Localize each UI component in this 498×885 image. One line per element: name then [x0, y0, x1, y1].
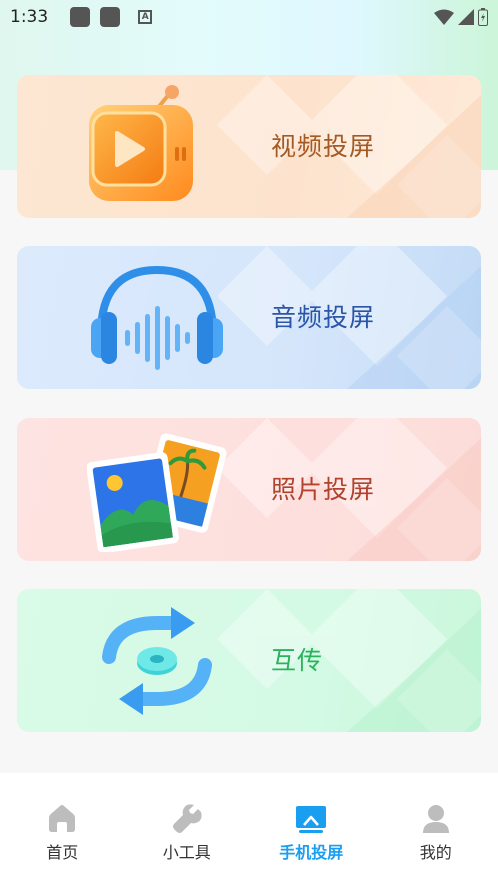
notification-icon — [70, 7, 91, 27]
card-label: 照片投屏 — [271, 475, 376, 504]
nav-label: 小工具 — [162, 843, 211, 862]
status-time: 1:33 — [10, 7, 49, 27]
bottom-nav: 首页 小工具 手机投屏 我的 — [0, 773, 498, 885]
wifi-icon — [434, 9, 454, 25]
card-label: 音频投屏 — [271, 303, 376, 332]
nav-item-profile[interactable]: 我的 — [374, 773, 498, 885]
battery-icon — [478, 8, 488, 26]
audio-cast-card[interactable]: 音频投屏 — [17, 246, 481, 389]
status-bar: 1:33 A — [0, 0, 498, 34]
transfer-sync-icon — [102, 607, 212, 715]
user-icon — [422, 805, 449, 833]
card-label: 视频投屏 — [271, 132, 376, 161]
nav-item-cast[interactable]: 手机投屏 — [249, 773, 374, 885]
signal-icon — [458, 9, 474, 25]
home-icon — [49, 805, 76, 832]
nav-item-tools[interactable]: 小工具 — [125, 773, 250, 885]
headphones-icon — [91, 265, 223, 370]
transfer-card[interactable]: 互传 — [17, 589, 481, 732]
status-icons — [434, 8, 488, 26]
wrench-icon — [172, 804, 202, 833]
cast-screen-icon — [296, 806, 327, 833]
nav-label: 我的 — [419, 843, 452, 862]
nav-item-home[interactable]: 首页 — [0, 773, 125, 885]
keyboard-icon: A — [138, 10, 153, 24]
nav-label: 首页 — [46, 843, 79, 862]
card-label: 互传 — [271, 646, 324, 675]
photo-icon — [87, 433, 227, 552]
video-cast-card[interactable]: 视频投屏 — [17, 75, 481, 218]
photo-cast-card[interactable]: 照片投屏 — [17, 418, 481, 561]
video-play-icon — [89, 85, 193, 201]
notification-icon — [100, 7, 121, 27]
nav-label: 手机投屏 — [279, 843, 344, 862]
